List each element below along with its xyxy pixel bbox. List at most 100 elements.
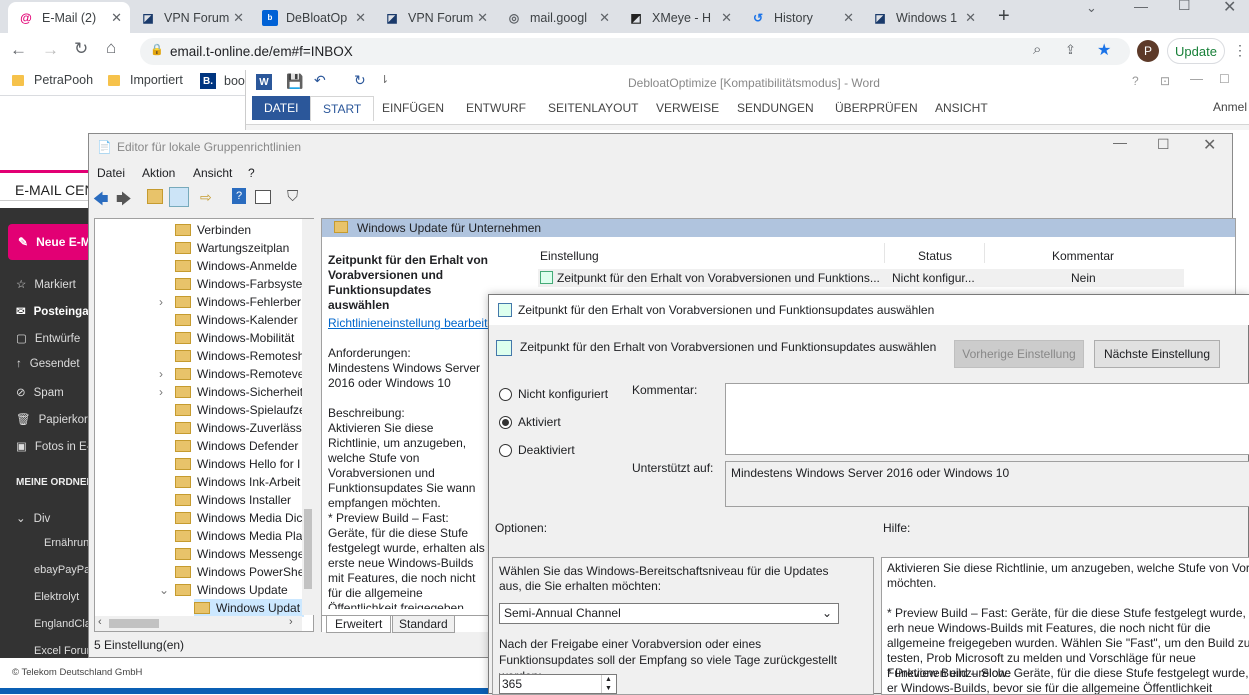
tree-item[interactable]: Windows Media Pla: [175, 527, 302, 545]
minimize-icon[interactable]: —: [1190, 71, 1203, 86]
properties-icon[interactable]: [255, 190, 271, 204]
share-icon[interactable]: ⇪: [1065, 42, 1076, 58]
col-status[interactable]: Status: [918, 249, 952, 263]
table-row[interactable]: Zeitpunkt für den Erhalt von Vorabversio…: [538, 269, 1184, 287]
show-tree-icon[interactable]: [169, 187, 189, 207]
tab-verweise[interactable]: VERWEISE: [644, 96, 731, 120]
close-icon[interactable]: ✕: [355, 10, 366, 26]
scroll-right-icon[interactable]: ›: [289, 616, 293, 628]
tab-gmail[interactable]: ◎ mail.googl ✕: [496, 2, 618, 33]
menu-icon[interactable]: ⋮: [1233, 42, 1247, 59]
bookmark-booking[interactable]: B. boo: [200, 73, 245, 89]
tab-vpn-forum-2[interactable]: ◪ VPN Forum ✕: [374, 2, 496, 33]
tree-item[interactable]: Windows Defender: [175, 437, 298, 455]
menu-ansicht[interactable]: Ansicht: [193, 166, 232, 180]
url-text[interactable]: email.t-online.de/em#f=INBOX: [170, 44, 353, 59]
spinner-icon[interactable]: ▲ ▼: [601, 675, 615, 693]
redo-icon[interactable]: ↻: [354, 72, 366, 89]
radio-disabled[interactable]: Deaktiviert: [499, 443, 575, 457]
tree-item-selected[interactable]: Windows Updat: [194, 599, 305, 617]
tree-item[interactable]: Windows-Mobilität: [175, 329, 294, 347]
tree-item[interactable]: Windows PowerShe: [175, 563, 304, 581]
maximize-icon[interactable]: ☐: [1178, 0, 1191, 14]
tab-xmeye[interactable]: ◩ XMeye - H ✕: [618, 2, 740, 33]
tab-sendungen[interactable]: SENDUNGEN: [725, 96, 826, 120]
close-icon[interactable]: ✕: [843, 10, 854, 26]
close-icon[interactable]: ✕: [599, 10, 610, 26]
tree-hscrollbar[interactable]: ‹ ›: [95, 616, 302, 631]
help-icon[interactable]: ?: [232, 188, 246, 204]
undo-icon[interactable]: ↶: [314, 72, 326, 89]
folder-item[interactable]: Elektrolyt: [34, 591, 79, 603]
maximize-icon[interactable]: ☐: [1219, 72, 1230, 86]
tree-item[interactable]: Windows Ink-Arbeit: [175, 473, 300, 491]
tree-item[interactable]: Windows-Kalender: [175, 311, 298, 329]
menu-aktion[interactable]: Aktion: [142, 166, 175, 180]
tab-ansicht[interactable]: ANSICHT: [923, 96, 1000, 120]
new-tab-icon[interactable]: +: [998, 5, 1010, 28]
tree-item[interactable]: Windows-Zuverläss: [175, 419, 302, 437]
bookmark-importiert[interactable]: Importiert: [108, 73, 183, 87]
nav-posteingang[interactable]: ✉ Posteinga: [16, 304, 89, 318]
filter-icon[interactable]: ⛉: [287, 188, 298, 205]
nav-spam[interactable]: ⊘ Spam: [16, 385, 64, 399]
menu-help[interactable]: ?: [248, 166, 255, 180]
tree-item[interactable]: Windows Installer: [175, 491, 291, 509]
previous-setting-button[interactable]: Vorherige Einstellung: [954, 340, 1084, 368]
nav-papierkorb[interactable]: 🗑 Papierkorb: [16, 412, 94, 426]
tree-item[interactable]: Verbinden: [175, 221, 251, 239]
bookmark-petrapooh[interactable]: PetraPooh: [12, 73, 93, 87]
home-icon[interactable]: ⌂: [106, 38, 116, 58]
tab-standard[interactable]: Standard: [392, 616, 455, 633]
window-close-icon[interactable]: ✕: [1223, 0, 1236, 17]
edit-policy-link[interactable]: Richtlinieneinstellung bearbeiten: [328, 316, 501, 330]
up-folder-icon[interactable]: [147, 189, 163, 204]
customize-icon[interactable]: ⇂: [380, 73, 389, 86]
tab-datei[interactable]: DATEI: [252, 96, 311, 120]
folder-item[interactable]: Ernährun: [44, 537, 89, 549]
tree-item[interactable]: Windows Media Dic: [175, 509, 302, 527]
omnibox[interactable]: 🔒 email.t-online.de/em#f=INBOX ⌕ ⇪ ★: [140, 38, 1130, 65]
window-close-icon[interactable]: ✕: [1203, 135, 1216, 155]
tab-seitenlayout[interactable]: SEITENLAYOUT: [536, 96, 650, 120]
tab-start[interactable]: START: [310, 96, 375, 121]
folder-item[interactable]: ebayPayPa: [34, 564, 90, 576]
close-icon[interactable]: ✕: [477, 10, 488, 26]
folder-item[interactable]: EnglandCla: [34, 618, 91, 630]
close-icon[interactable]: ✕: [111, 10, 122, 26]
new-email-button[interactable]: ✎ Neue E-M: [8, 224, 91, 260]
close-icon[interactable]: ✕: [233, 10, 244, 26]
tab-email[interactable]: @ E-Mail (2) ✕: [8, 2, 130, 33]
tab-history[interactable]: ↺ History ✕: [740, 2, 862, 33]
tree-item[interactable]: Windows-Anmelde: [175, 257, 297, 275]
reload-icon[interactable]: ↻: [74, 39, 88, 59]
back-icon[interactable]: ←: [10, 40, 27, 60]
tab-einfuegen[interactable]: EINFÜGEN: [370, 96, 456, 120]
col-comment[interactable]: Kommentar: [1052, 249, 1114, 263]
radio-not-configured[interactable]: Nicht konfiguriert: [499, 387, 608, 401]
export-icon[interactable]: ⇨: [200, 189, 212, 206]
star-icon[interactable]: ★: [1097, 40, 1111, 60]
maximize-icon[interactable]: ☐: [1157, 136, 1170, 153]
tab-ueberpruefen[interactable]: ÜBERPRÜFEN: [823, 96, 930, 120]
scroll-left-icon[interactable]: ‹: [98, 616, 102, 628]
ribbon-icon[interactable]: ⊡: [1160, 74, 1170, 88]
folder-div[interactable]: ⌄ Div: [16, 511, 50, 525]
next-setting-button[interactable]: Nächste Einstellung: [1094, 340, 1220, 368]
readiness-select[interactable]: Semi-Annual Channel ⌄: [499, 603, 839, 624]
help-icon[interactable]: ?: [1132, 74, 1139, 88]
close-icon[interactable]: ✕: [721, 10, 732, 26]
update-button[interactable]: Update: [1167, 38, 1225, 64]
radio-enabled[interactable]: Aktiviert: [499, 415, 561, 429]
forward-icon[interactable]: 🡆: [116, 189, 132, 214]
save-icon[interactable]: 💾: [286, 73, 303, 90]
menu-datei[interactable]: Datei: [97, 166, 125, 180]
col-setting[interactable]: Einstellung: [540, 249, 599, 263]
tree-vscrollbar[interactable]: [302, 219, 314, 615]
tree-item[interactable]: ⌄ Windows Update: [159, 581, 288, 599]
avatar[interactable]: P: [1137, 40, 1159, 62]
scroll-thumb[interactable]: [109, 619, 159, 628]
minimize-icon[interactable]: —: [1113, 134, 1127, 150]
back-icon[interactable]: 🡄: [93, 189, 109, 214]
tree-item[interactable]: Windows-Spielaufze: [175, 401, 306, 419]
